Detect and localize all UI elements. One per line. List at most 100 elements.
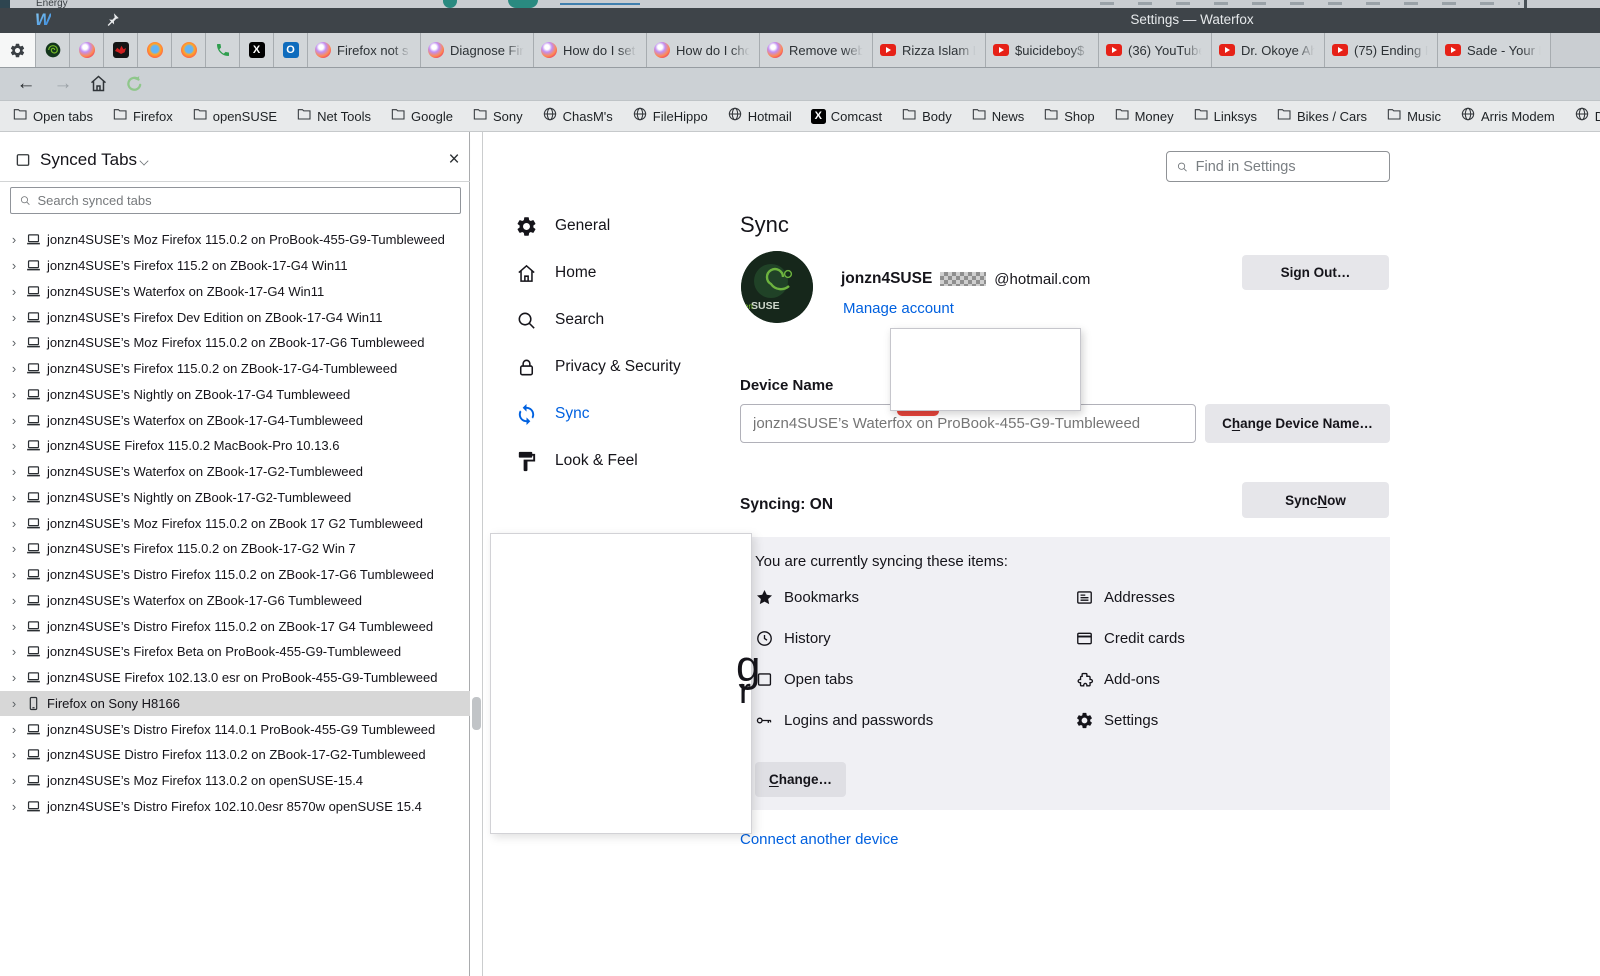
synced-device-row[interactable]: › jonzn4SUSE’s Distro Firefox 115.0.2 on… [0, 613, 470, 639]
synced-device-row[interactable]: › jonzn4SUSE’s Firefox Beta on ProBook-4… [0, 639, 470, 665]
synced-device-row[interactable]: › jonzn4SUSE’s Waterfox on ZBook-17-G4 W… [0, 279, 470, 305]
connect-another-device-link[interactable]: Connect another device [740, 831, 898, 848]
synced-device-row[interactable]: › jonzn4SUSE’s Firefox Dev Edition on ZB… [0, 304, 470, 330]
bookmark-item[interactable]: ChasM's [542, 106, 613, 127]
browser-tab[interactable]: Remove web [760, 33, 873, 67]
bookmark-item[interactable]: Body [901, 106, 952, 127]
synced-device-row[interactable]: › jonzn4SUSE’s Moz Firefox 115.0.2 on ZB… [0, 330, 470, 356]
settings-nav-search[interactable]: Search [515, 305, 735, 335]
synced-device-row[interactable]: › Firefox on Sony H8166 [0, 691, 470, 717]
scrollbar-thumb[interactable] [472, 697, 481, 730]
synced-device-row[interactable]: › jonzn4SUSE’s Moz Firefox 113.0.2 on op… [0, 768, 470, 794]
synced-device-row[interactable]: › jonzn4SUSE Firefox 115.0.2 MacBook-Pro… [0, 433, 470, 459]
expand-chevron-icon[interactable]: › [8, 232, 20, 247]
pinned-tab-firefox-orb[interactable] [70, 33, 104, 67]
synced-device-row[interactable]: › jonzn4SUSE’s Firefox 115.0.2 on ZBook-… [0, 536, 470, 562]
bookmark-item[interactable]: Bikes / Cars [1276, 106, 1367, 127]
expand-chevron-icon[interactable]: › [8, 335, 20, 350]
search-synced-tabs-input[interactable] [37, 193, 452, 208]
settings-nav-look-feel[interactable]: Look & Feel [515, 446, 735, 476]
expand-chevron-icon[interactable]: › [8, 567, 20, 582]
expand-chevron-icon[interactable]: › [8, 516, 20, 531]
back-button[interactable]: ← [14, 72, 38, 96]
expand-chevron-icon[interactable]: › [8, 284, 20, 299]
expand-chevron-icon[interactable]: › [8, 747, 20, 762]
expand-chevron-icon[interactable]: › [8, 490, 20, 505]
find-in-settings[interactable] [1166, 151, 1390, 182]
reload-button[interactable] [124, 73, 145, 94]
settings-nav-privacy-security[interactable]: Privacy & Security [515, 352, 735, 382]
synced-device-row[interactable]: › jonzn4SUSE’s Waterfox on ZBook-17-G2-T… [0, 459, 470, 485]
expand-chevron-icon[interactable]: › [8, 619, 20, 634]
expand-chevron-icon[interactable]: › [8, 541, 20, 556]
bookmark-item[interactable]: Music [1386, 106, 1441, 127]
bookmark-item[interactable]: Net Tools [296, 106, 371, 127]
change-sync-items-button[interactable]: Change… [755, 762, 846, 797]
expand-chevron-icon[interactable]: › [8, 310, 20, 325]
browser-tab[interactable]: How do I cho [647, 33, 760, 67]
sidebar-splitter[interactable] [471, 132, 483, 976]
bookmark-item[interactable]: News [971, 106, 1025, 127]
browser-tab[interactable]: Sade - Your L [1438, 33, 1551, 67]
expand-chevron-icon[interactable]: › [8, 644, 20, 659]
expand-chevron-icon[interactable]: › [8, 773, 20, 788]
bookmark-item[interactable]: Hotmail [727, 106, 792, 127]
find-in-settings-input[interactable] [1196, 159, 1380, 175]
synced-device-row[interactable]: › jonzn4SUSE’s Waterfox on ZBook-17-G6 T… [0, 588, 470, 614]
expand-chevron-icon[interactable]: › [8, 438, 20, 453]
bookmark-item[interactable]: Sony [472, 106, 523, 127]
pin-icon[interactable] [103, 11, 121, 29]
synced-device-row[interactable]: › jonzn4SUSE’s Moz Firefox 115.0.2 on ZB… [0, 510, 470, 536]
synced-device-row[interactable]: › jonzn4SUSE’s Distro Firefox 102.10.0es… [0, 794, 470, 820]
change-device-name-button[interactable]: Change Device Name… [1205, 404, 1390, 443]
pinned-tab-opensuse[interactable] [36, 33, 70, 67]
expand-chevron-icon[interactable]: › [8, 464, 20, 479]
bookmark-item[interactable]: Shop [1043, 106, 1094, 127]
bookmark-item[interactable]: openSUSE [192, 106, 277, 127]
expand-chevron-icon[interactable]: › [8, 258, 20, 273]
synced-device-row[interactable]: › jonzn4SUSE’s Waterfox on ZBook-17-G4-T… [0, 407, 470, 433]
bookmark-item[interactable]: Linksys [1193, 106, 1257, 127]
bookmark-item[interactable]: Open tabs [12, 106, 93, 127]
expand-chevron-icon[interactable]: › [8, 593, 20, 608]
settings-nav-sync[interactable]: Sync [515, 399, 735, 429]
expand-chevron-icon[interactable]: › [8, 413, 20, 428]
browser-tab[interactable]: Diagnose Fir [421, 33, 534, 67]
expand-chevron-icon[interactable]: › [8, 387, 20, 402]
browser-tab[interactable]: Rizza Islam L [873, 33, 986, 67]
expand-chevron-icon[interactable]: › [8, 696, 20, 711]
synced-device-row[interactable]: › jonzn4SUSE’s Distro Firefox 115.0.2 on… [0, 562, 470, 588]
pinned-tab-mageia[interactable] [104, 33, 138, 67]
synced-device-row[interactable]: › jonzn4SUSE’s Distro Firefox 114.0.1 Pr… [0, 716, 470, 742]
browser-tab[interactable]: (75) Ending F [1325, 33, 1438, 67]
home-button[interactable] [88, 73, 109, 94]
bookmark-item[interactable]: Arris Modem [1460, 106, 1555, 127]
bookmark-item[interactable]: Google [390, 106, 453, 127]
bookmark-item[interactable]: Firefox [112, 106, 173, 127]
synced-tabs-search[interactable] [10, 187, 461, 214]
expand-chevron-icon[interactable]: › [8, 799, 20, 814]
forward-button[interactable]: → [51, 72, 75, 96]
browser-tab[interactable]: Dr. Okoye Ah [1212, 33, 1325, 67]
settings-nav-general[interactable]: General [515, 211, 735, 241]
browser-tab[interactable]: (36) YouTube [1099, 33, 1212, 67]
pinned-tab-phone[interactable] [206, 33, 240, 67]
tab-settings-active[interactable] [0, 33, 36, 67]
expand-chevron-icon[interactable]: › [8, 361, 20, 376]
browser-tab[interactable]: How do I set [534, 33, 647, 67]
bookmark-item[interactable]: FileHippo [632, 106, 708, 127]
sign-out-button[interactable]: Sign Out… [1242, 255, 1389, 290]
synced-device-row[interactable]: › jonzn4SUSE Distro Firefox 113.0.2 on Z… [0, 742, 470, 768]
browser-tab[interactable]: Firefox not s [308, 33, 421, 67]
browser-tab[interactable]: $uicideboy$ [986, 33, 1099, 67]
bookmark-item[interactable]: Money [1114, 106, 1174, 127]
synced-device-row[interactable]: › jonzn4SUSE’s Nightly on ZBook-17-G2-Tu… [0, 485, 470, 511]
bookmark-item[interactable]: X Comcast [811, 109, 882, 124]
sync-now-button[interactable]: Sync Now [1242, 482, 1389, 518]
pinned-tab-x[interactable]: X [240, 33, 274, 67]
expand-chevron-icon[interactable]: › [8, 670, 20, 685]
title-bar[interactable]: Settings — Waterfox [0, 8, 1600, 33]
expand-chevron-icon[interactable]: › [8, 722, 20, 737]
pinned-tab-outlook[interactable]: O [274, 33, 308, 67]
manage-account-link[interactable]: Manage account [843, 300, 954, 317]
